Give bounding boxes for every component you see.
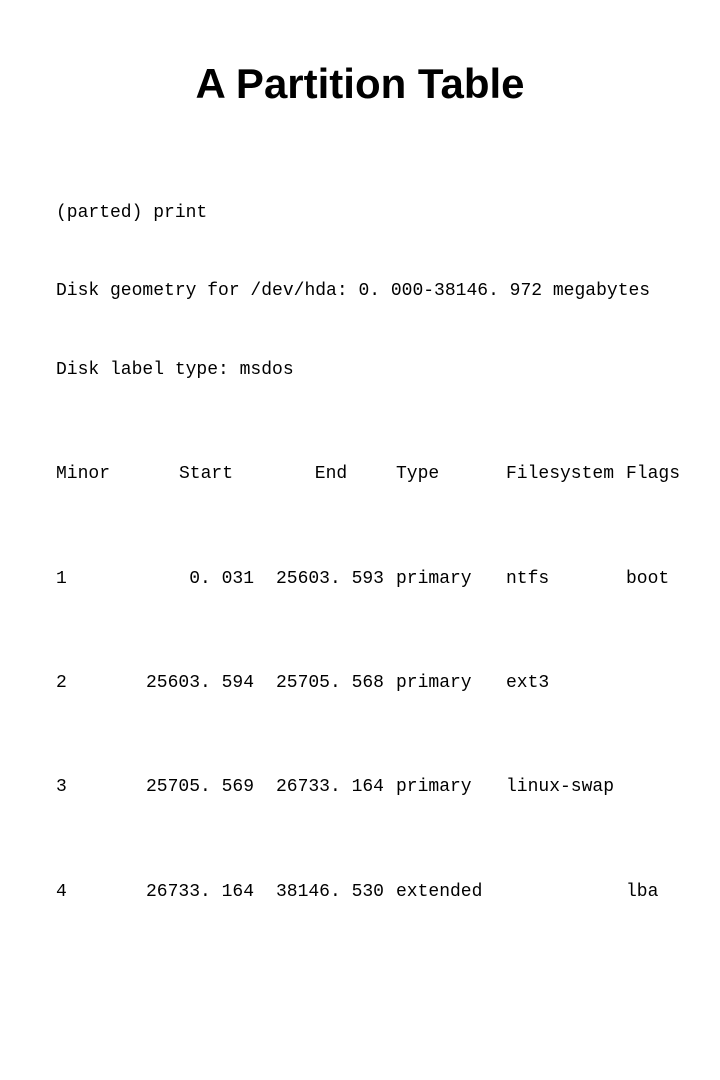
col-flags: Flags <box>626 461 686 487</box>
cell-fs: linux-swap <box>506 774 626 800</box>
col-type: Type <box>396 461 506 487</box>
cell-fs <box>506 879 626 905</box>
blank-line <box>56 983 720 1009</box>
cell-minor: 2 <box>56 670 146 696</box>
table-row: 4 26733. 164 38146. 530 extended lba <box>56 879 720 905</box>
cell-start: 25603. 594 <box>146 670 266 696</box>
cell-end: 38146. 530 <box>266 879 396 905</box>
cell-minor: 3 <box>56 774 146 800</box>
cell-type: primary <box>396 566 506 592</box>
table-header: Minor Start End Type Filesystem Flags <box>56 461 720 487</box>
slide: A Partition Table (parted) print Disk ge… <box>0 0 720 540</box>
cell-flags: boot <box>626 566 686 592</box>
cell-end: 25705. 568 <box>266 670 396 696</box>
cell-fs: ntfs <box>506 566 626 592</box>
table-row: 2 25603. 594 25705. 568 primary ext3 <box>56 670 720 696</box>
cell-type: primary <box>396 670 506 696</box>
cell-fs: ext3 <box>506 670 626 696</box>
col-minor: Minor <box>56 461 146 487</box>
cell-start: 0. 031 <box>146 566 266 592</box>
slide-title: A Partition Table <box>0 60 720 108</box>
output-line: Disk label type: msdos <box>56 357 720 383</box>
table-row: 1 0. 031 25603. 593 primary ntfs boot <box>56 566 720 592</box>
output-line: Disk geometry for /dev/hda: 0. 000-38146… <box>56 278 720 304</box>
output-line: (parted) print <box>56 200 720 226</box>
cell-flags: lba <box>626 879 686 905</box>
cell-type: extended <box>396 879 506 905</box>
cell-end: 26733. 164 <box>266 774 396 800</box>
cell-minor: 1 <box>56 566 146 592</box>
table-row: 3 25705. 569 26733. 164 primary linux-sw… <box>56 774 720 800</box>
cell-flags <box>626 670 686 696</box>
cell-start: 25705. 569 <box>146 774 266 800</box>
cell-start: 26733. 164 <box>146 879 266 905</box>
col-fs: Filesystem <box>506 461 626 487</box>
cell-end: 25603. 593 <box>266 566 396 592</box>
cell-flags <box>626 774 686 800</box>
col-end: End <box>266 461 396 487</box>
col-start: Start <box>146 461 266 487</box>
cell-type: primary <box>396 774 506 800</box>
terminal-output: (parted) print Disk geometry for /dev/hd… <box>56 148 720 1080</box>
cell-minor: 4 <box>56 879 146 905</box>
